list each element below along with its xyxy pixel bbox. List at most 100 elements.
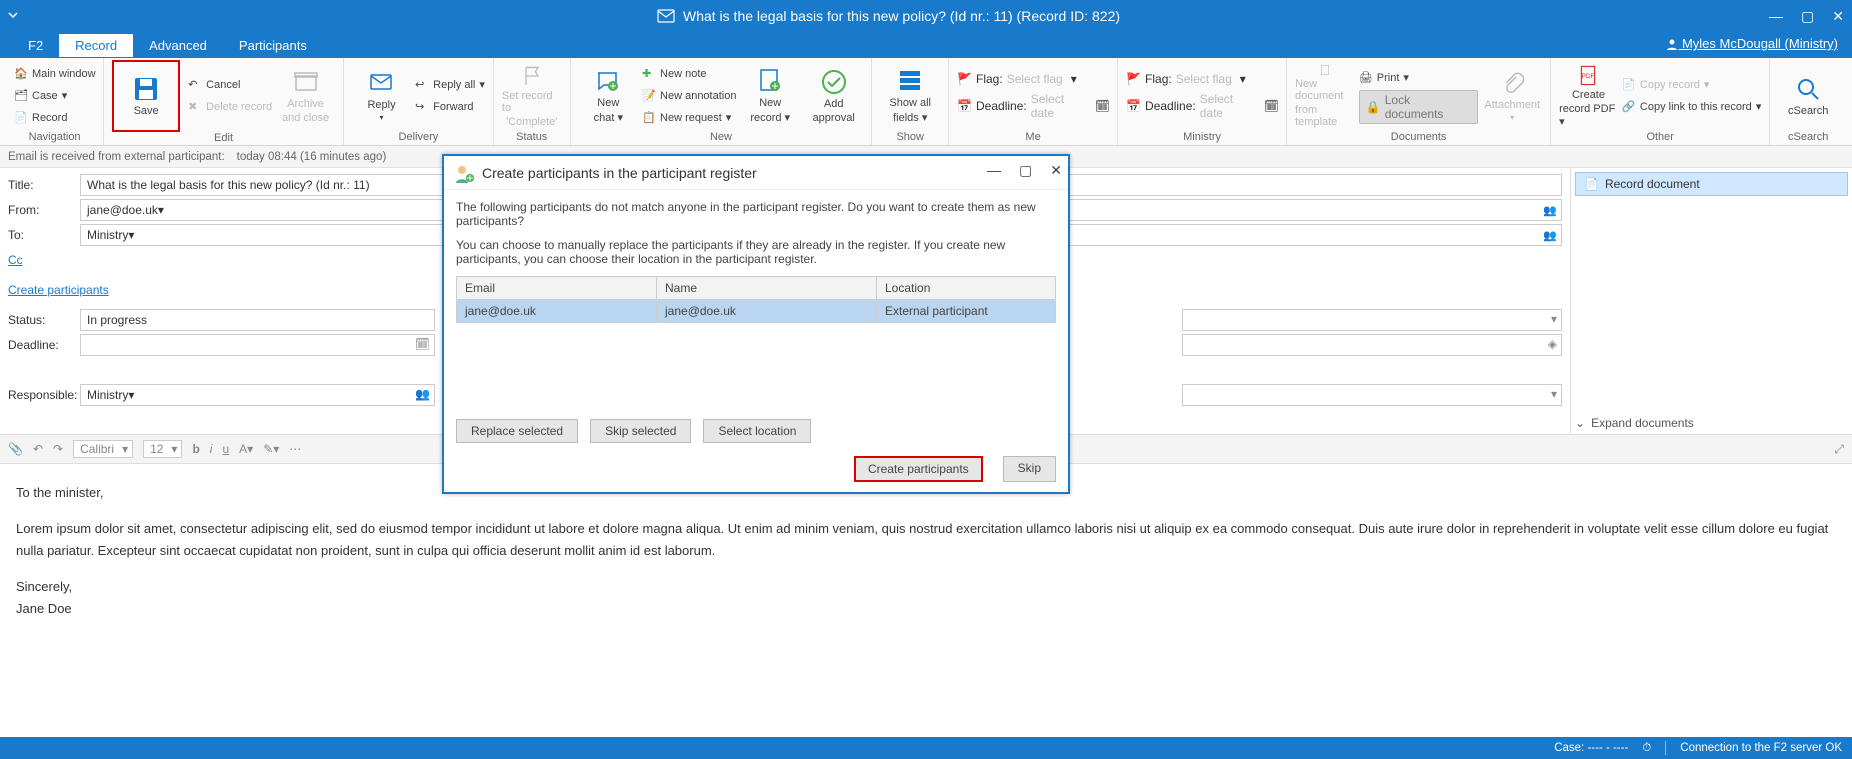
select-flag-ministry[interactable]: Select flag — [1176, 72, 1236, 86]
menu-row: F2 Record Advanced Participants Myles Mc… — [0, 32, 1852, 58]
csearch-button[interactable]: cSearch — [1778, 64, 1838, 128]
italic-button[interactable]: i — [210, 442, 213, 456]
dialog-close[interactable]: ✕ — [1050, 162, 1062, 179]
ribbon-group-delivery: Reply ▾ ↩Reply all ▾ ↪Forward Delivery — [344, 58, 494, 145]
col-email[interactable]: Email — [457, 277, 657, 299]
table-row[interactable]: jane@doe.uk jane@doe.uk External partici… — [457, 300, 1055, 322]
col-location[interactable]: Location — [877, 277, 1055, 299]
new-record-button[interactable]: New record ▾ — [740, 64, 799, 128]
delete-icon: ✖ — [188, 100, 202, 114]
undo-icon: ↶ — [188, 78, 202, 92]
show-all-fields-button[interactable]: Show all fields ▾ — [880, 64, 940, 128]
copy-record-button[interactable]: 📄Copy record ▾ — [1622, 75, 1761, 95]
select-date-ministry[interactable]: Select date — [1200, 92, 1260, 120]
skip-selected-button[interactable]: Skip selected — [590, 419, 691, 443]
calendar-picker-icon[interactable]: 🗓 — [1095, 99, 1110, 113]
letter-date-field[interactable]: ▾ — [1182, 309, 1562, 331]
maximize-button[interactable]: ▢ — [1801, 8, 1814, 25]
status-field[interactable]: In progress — [80, 309, 435, 331]
font-color-button[interactable]: A▾ — [239, 442, 253, 456]
cell-location: External participant — [877, 300, 1055, 322]
ribbon-group-csearch: cSearch cSearch — [1770, 58, 1846, 145]
chevron-down-icon[interactable]: ▾ — [1240, 72, 1246, 86]
create-pdf-button[interactable]: PDF Create record PDF ▾ — [1559, 64, 1618, 128]
flag-label: Flag: — [976, 72, 1003, 86]
calendar-picker-icon[interactable]: 🗓 — [1264, 99, 1279, 113]
chevron-down-icon[interactable]: ▾ — [1071, 72, 1077, 86]
documents-panel: 📄 Record document ⌄ Expand documents — [1570, 168, 1852, 434]
print-icon: 🖨 — [1359, 71, 1373, 85]
from-label: From: — [8, 203, 80, 217]
new-note-button[interactable]: ✚New note — [642, 64, 736, 84]
lock-documents-button[interactable]: 🔒Lock documents — [1359, 90, 1479, 124]
dialog-body: The following participants do not match … — [444, 190, 1068, 453]
window-title: What is the legal basis for this new pol… — [8, 8, 1769, 24]
record-button[interactable]: 📄Record — [14, 108, 96, 128]
col-name[interactable]: Name — [657, 277, 877, 299]
tab-advanced[interactable]: Advanced — [133, 34, 223, 57]
select-flag-me[interactable]: Select flag — [1007, 72, 1067, 86]
cc-link[interactable]: Cc — [8, 253, 23, 267]
deadline-label: Deadline: — [1145, 99, 1196, 113]
ribbon-group-label: Navigation — [14, 131, 95, 143]
more-formatting-button[interactable]: ⋯ — [289, 442, 301, 456]
close-button[interactable]: ✕ — [1832, 8, 1844, 25]
reply-button[interactable]: Reply ▾ — [352, 64, 411, 128]
dialog-minimize[interactable]: — — [987, 162, 1001, 179]
case-indicator: Case: ---- - ---- — [1554, 742, 1628, 754]
print-button[interactable]: 🖨Print ▾ — [1359, 68, 1479, 88]
forward-icon: ↪ — [415, 100, 429, 114]
deadline-field[interactable]: 🗓 — [80, 334, 435, 356]
new-request-button[interactable]: 📋New request ▾ — [642, 108, 736, 128]
size-select[interactable]: 12 — [143, 440, 182, 458]
new-chat-button[interactable]: New chat ▾ — [579, 64, 638, 128]
user-label[interactable]: Myles McDougall (Ministry) — [1666, 36, 1838, 51]
undo-button[interactable]: ↶ — [33, 442, 43, 456]
attachment-button[interactable]: Attachment ▾ — [1482, 64, 1542, 128]
chat-icon — [594, 67, 622, 95]
calendar-icon[interactable]: 🗓 — [415, 337, 430, 351]
ribbon-group-label: Other — [1559, 131, 1761, 143]
redo-button[interactable]: ↷ — [53, 442, 63, 456]
new-doc-template-button[interactable]: New document from template — [1295, 64, 1355, 128]
expand-documents-button[interactable]: ⌄ Expand documents — [1575, 416, 1848, 430]
dialog-maximize[interactable]: ▢ — [1019, 162, 1032, 179]
attach-icon[interactable]: 📎 — [8, 442, 23, 456]
skip-button[interactable]: Skip — [1003, 456, 1056, 482]
extra-field-2[interactable]: ▾ — [1182, 384, 1562, 406]
underline-button[interactable]: u — [222, 442, 229, 456]
reply-all-button[interactable]: ↩Reply all ▾ — [415, 75, 485, 95]
contacts-icon[interactable]: 👥 — [1541, 201, 1559, 219]
responsible-field[interactable]: Ministry ▾ 👥 — [80, 384, 435, 406]
quick-access — [6, 8, 20, 22]
select-date-me[interactable]: Select date — [1031, 92, 1091, 120]
font-select[interactable]: Calibri — [73, 440, 133, 458]
dialog-text-1: The following participants do not match … — [456, 200, 1056, 228]
record-document-item[interactable]: 📄 Record document — [1575, 172, 1848, 196]
copy-link-button[interactable]: 🔗Copy link to this record ▾ — [1622, 97, 1761, 117]
case-button[interactable]: 🗂Case ▾ — [14, 86, 96, 106]
replace-selected-button[interactable]: Replace selected — [456, 419, 578, 443]
select-location-button[interactable]: Select location — [703, 419, 811, 443]
forward-button[interactable]: ↪Forward — [415, 97, 485, 117]
expand-editor-icon[interactable]: ⤢ — [1834, 442, 1844, 457]
delete-record-button[interactable]: ✖Delete record — [188, 97, 272, 117]
tab-f2[interactable]: F2 — [12, 34, 59, 57]
archive-close-button[interactable]: Archive and close — [276, 64, 335, 128]
highlight-button[interactable]: ✎▾ — [263, 442, 279, 456]
contacts-icon[interactable]: 👥 — [1541, 226, 1559, 244]
main-window-button[interactable]: 🏠Main window — [14, 64, 96, 84]
cancel-button[interactable]: ↶Cancel — [188, 75, 272, 95]
tab-record[interactable]: Record — [59, 34, 133, 57]
contacts-icon[interactable]: 👥 — [415, 387, 430, 401]
save-button[interactable]: Save — [116, 64, 176, 128]
extra-field-1[interactable]: ◈ — [1182, 334, 1562, 356]
new-annotation-button[interactable]: 📝New annotation — [642, 86, 736, 106]
create-participants-button[interactable]: Create participants — [854, 456, 983, 482]
create-participants-link[interactable]: Create participants — [8, 283, 109, 297]
add-approval-button[interactable]: Add approval — [804, 64, 863, 128]
tab-participants[interactable]: Participants — [223, 34, 323, 57]
minimize-button[interactable]: — — [1769, 8, 1783, 25]
set-complete-button[interactable]: Set record to 'Complete' — [502, 64, 562, 128]
bold-button[interactable]: b — [192, 442, 199, 456]
